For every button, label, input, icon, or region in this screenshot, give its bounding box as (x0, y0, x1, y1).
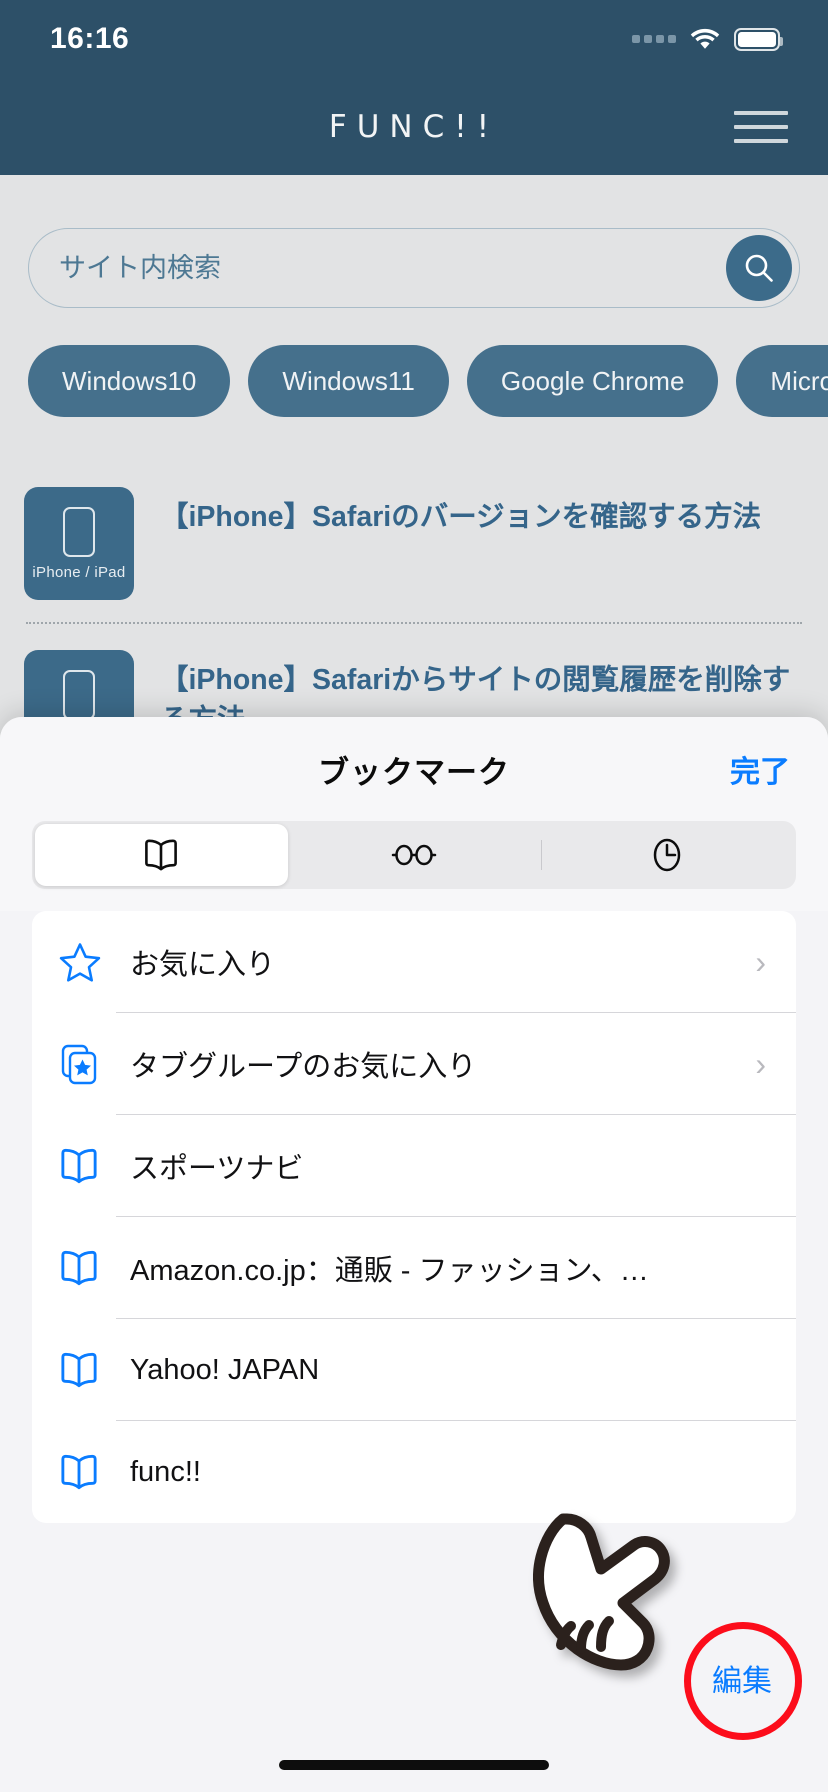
segmented-control-wrap (0, 821, 828, 911)
status-bar: 16:16 (0, 0, 828, 78)
tab-bookmarks[interactable] (35, 824, 288, 886)
signal-dots-icon (632, 35, 676, 43)
tab-history[interactable] (540, 824, 793, 886)
book-icon (58, 1147, 116, 1185)
bookmarks-sheet: ブックマーク 完了 お気に入り › タブグループのお気に入り › スポーツナビ … (0, 717, 828, 1792)
tag-chip[interactable]: Micros (736, 345, 828, 417)
status-bar-indicators (632, 27, 783, 51)
clock-icon (653, 838, 680, 872)
segmented-control (32, 821, 796, 889)
article-divider (26, 622, 802, 624)
tag-chip[interactable]: Windows10 (28, 345, 231, 417)
site-nav: FUNC!! (0, 78, 828, 175)
article-item[interactable]: iPhone / iPad 【iPhone】Safariのバージョンを確認する方… (24, 487, 804, 622)
site-logo: FUNC!! (328, 108, 500, 145)
chevron-right-icon: › (755, 1045, 766, 1082)
hamburger-menu-icon[interactable] (734, 110, 788, 143)
glasses-icon (391, 844, 437, 866)
list-item-label: タブグループのお気に入り (130, 1051, 477, 1083)
list-item[interactable]: スポーツナビ (32, 1115, 796, 1217)
list-item-label: Yahoo! JAPAN (130, 1353, 320, 1386)
pointing-hand-cursor (533, 1513, 670, 1671)
search-icon[interactable] (726, 235, 792, 301)
chevron-right-icon: › (755, 943, 766, 980)
battery-full-icon (734, 27, 783, 51)
iphone-icon (63, 669, 95, 720)
list-item-label: お気に入り (130, 949, 276, 981)
tab-group-star-icon (58, 1042, 116, 1086)
status-bar-time: 16:16 (50, 22, 130, 55)
list-item-label: Amazon.co.jp：通販 - ファッション、… (130, 1255, 649, 1287)
list-item-label: func!! (130, 1455, 201, 1488)
bookmark-list: お気に入り › タブグループのお気に入り › スポーツナビ Amazon.co.… (32, 911, 796, 1523)
iphone-icon (63, 506, 95, 557)
list-item-label: スポーツナビ (130, 1153, 304, 1185)
article-title[interactable]: 【iPhone】Safariのバージョンを確認する方法 (160, 487, 761, 537)
star-icon (58, 941, 116, 983)
book-icon (58, 1351, 116, 1389)
search-input[interactable] (29, 252, 799, 284)
tag-list: Windows10 Windows11 Google Chrome Micros (0, 308, 828, 417)
list-item[interactable]: Amazon.co.jp：通販 - ファッション、… (32, 1217, 796, 1319)
sheet-title: ブックマーク (318, 754, 510, 790)
tag-chip[interactable]: Windows11 (248, 345, 449, 417)
done-button[interactable]: 完了 (730, 747, 790, 791)
book-icon (58, 1453, 116, 1491)
segment-divider (540, 840, 543, 870)
sheet-header: ブックマーク 完了 (0, 717, 828, 821)
thumbnail-label: iPhone / iPad (32, 563, 126, 581)
list-item[interactable]: Yahoo! JAPAN (32, 1319, 796, 1421)
search-box[interactable] (28, 228, 800, 308)
list-item[interactable]: お気に入り › (32, 911, 796, 1013)
list-item[interactable]: タブグループのお気に入り › (32, 1013, 796, 1115)
sheet-footer: 編集 (0, 1513, 828, 1792)
article-thumbnail: iPhone / iPad (24, 487, 134, 600)
home-indicator (279, 1760, 549, 1770)
site-search-area (0, 175, 828, 308)
tab-reading-list[interactable] (288, 824, 541, 886)
wifi-icon (690, 28, 720, 49)
book-icon (58, 1249, 116, 1287)
site-header: 16:16 FUNC!! (0, 0, 828, 175)
book-icon (145, 839, 178, 871)
screen-root: 16:16 FUNC!! サイト内検索 Windows10 Windows11 … (0, 0, 828, 1792)
tag-chip[interactable]: Google Chrome (466, 345, 719, 417)
